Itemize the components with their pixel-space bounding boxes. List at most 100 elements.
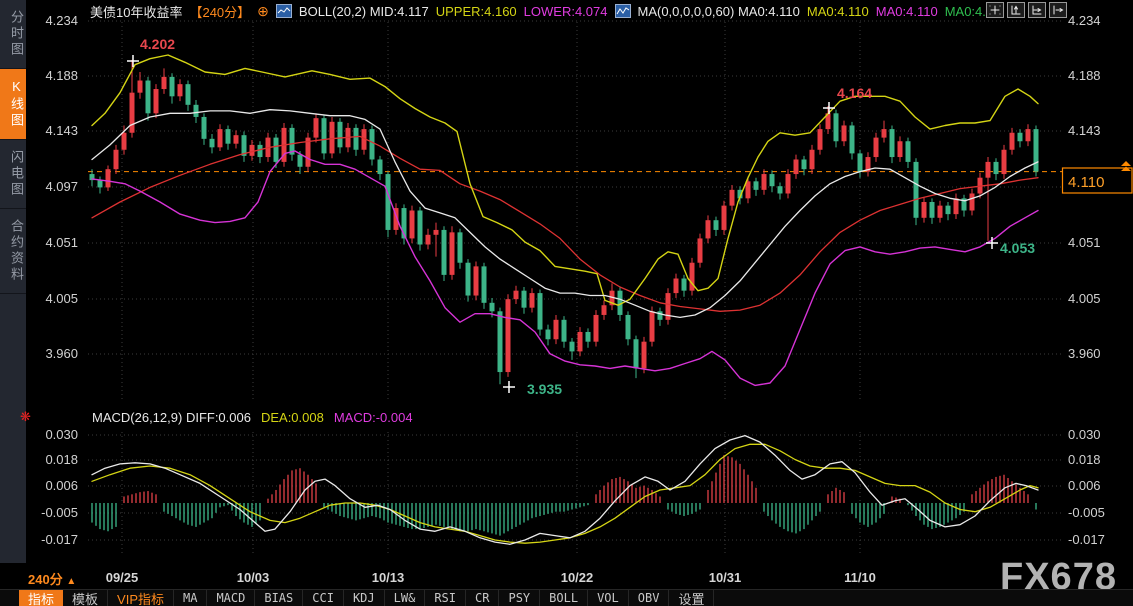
candle-body xyxy=(634,339,639,368)
candle-body xyxy=(562,320,567,342)
candle-body xyxy=(770,174,775,186)
toolbar-item-指标[interactable]: 指标 xyxy=(19,590,63,606)
toolbar-item-MA[interactable]: MA xyxy=(174,590,207,606)
candle-body xyxy=(186,84,191,105)
period-selector[interactable]: 240分 ▲ xyxy=(28,569,76,588)
scale-horizontal-icon[interactable] xyxy=(1028,2,1046,18)
candle-body xyxy=(658,311,663,320)
candle-body xyxy=(322,118,327,153)
last-price-value: 4.110 xyxy=(1068,174,1104,191)
toolbar-item-VOL[interactable]: VOL xyxy=(588,590,629,606)
next-pane-icon[interactable] xyxy=(1049,2,1067,18)
candle-body xyxy=(834,113,839,141)
candle-body xyxy=(586,332,591,342)
candle-body xyxy=(938,206,943,218)
toolbar-item-MACD[interactable]: MACD xyxy=(207,590,255,606)
chart-plot-area[interactable]: 4.2344.2344.1884.1884.1434.1434.0974.097… xyxy=(0,0,1133,606)
toolbar-item-BOLL[interactable]: BOLL xyxy=(540,590,588,606)
toolbar-item-设置[interactable]: 设置 xyxy=(669,590,714,606)
sidebar-item-1[interactable]: K线图 xyxy=(0,69,26,140)
toolbar-item-模板[interactable]: 模板 xyxy=(63,590,108,606)
macd-diff-line xyxy=(92,436,1038,545)
candle-body xyxy=(946,206,951,215)
axis-label-right: 4.188 xyxy=(1068,68,1101,83)
symbol-title: 美债10年收益率 xyxy=(90,2,182,21)
sidebar-item-3[interactable]: 合约资料 xyxy=(0,209,26,294)
axis-label-left: 4.143 xyxy=(45,123,78,138)
candle-body xyxy=(314,118,319,137)
toolbar-item-CCI[interactable]: CCI xyxy=(303,590,344,606)
candle-body xyxy=(514,291,519,300)
price-annotation: 4.053 xyxy=(1000,240,1035,256)
candle-body xyxy=(802,159,807,169)
candle-body xyxy=(378,159,383,174)
toolbar-item-BIAS[interactable]: BIAS xyxy=(255,590,303,606)
candle-body xyxy=(546,330,551,340)
toolbar-item-RSI[interactable]: RSI xyxy=(425,590,466,606)
date-label: 09/25 xyxy=(106,570,139,585)
add-compare-icon[interactable]: ⊕ xyxy=(257,5,269,17)
candle-body xyxy=(330,122,335,154)
candle-body xyxy=(882,129,887,138)
candle-body xyxy=(370,129,375,159)
candle-body xyxy=(786,174,791,193)
axis-label-right: 4.234 xyxy=(1068,13,1101,28)
toolbar-item-KDJ[interactable]: KDJ xyxy=(344,590,385,606)
toolbar-item-CR[interactable]: CR xyxy=(466,590,499,606)
candle-body xyxy=(730,190,735,206)
candle-body xyxy=(818,129,823,150)
candle-body xyxy=(906,141,911,162)
candle-body xyxy=(250,145,255,156)
pan-move-icon[interactable] xyxy=(986,2,1004,18)
axis-label-left: 4.188 xyxy=(45,68,78,83)
candle-body xyxy=(162,77,167,89)
axis-label-right: -0.005 xyxy=(1068,505,1105,520)
chart-app-window: 4.2344.2344.1884.1884.1434.1434.0974.097… xyxy=(0,0,1133,606)
macd-settings-icon[interactable]: ❋ xyxy=(20,409,31,425)
candle-body xyxy=(1018,133,1023,142)
candle-body xyxy=(490,303,495,312)
candle-body xyxy=(714,220,719,230)
axis-label-left: 0.018 xyxy=(45,452,78,467)
ma60-line xyxy=(92,136,1038,311)
toolbar-item-OBV[interactable]: OBV xyxy=(629,590,670,606)
sidebar-item-0[interactable]: 分时图 xyxy=(0,0,26,69)
candle-body xyxy=(442,230,447,275)
candle-body xyxy=(602,305,607,315)
candle-body xyxy=(986,162,991,178)
candle-body xyxy=(474,266,479,295)
candle-body xyxy=(674,279,679,294)
toolbar-item-LW&[interactable]: LW& xyxy=(385,590,426,606)
scale-vertical-icon[interactable] xyxy=(1007,2,1025,18)
candle-body xyxy=(226,129,231,144)
candle-body xyxy=(258,145,263,157)
candle-body xyxy=(954,198,959,214)
period-tag: 【240分】 xyxy=(189,2,250,21)
chart-toolbar-icons xyxy=(986,2,1067,18)
candle-body xyxy=(762,174,767,190)
candle-body xyxy=(530,293,535,308)
candle-body xyxy=(234,135,239,144)
boll-lower-value: LOWER:4.074 xyxy=(524,4,608,19)
candle-body xyxy=(538,293,543,329)
candle-body xyxy=(778,186,783,193)
candle-body xyxy=(594,315,599,342)
candle-body xyxy=(98,180,103,187)
candle-body xyxy=(122,133,127,150)
candle-body xyxy=(994,162,999,174)
ma-indicator-icon[interactable] xyxy=(615,4,631,18)
toolbar-item-PSY[interactable]: PSY xyxy=(499,590,540,606)
candle-body xyxy=(458,232,463,262)
macd-macd-value: MACD:-0.004 xyxy=(334,410,413,425)
toolbar-item-VIP指标[interactable]: VIP指标 xyxy=(108,590,174,606)
candle-body xyxy=(218,129,223,147)
sidebar-item-2[interactable]: 闪电图 xyxy=(0,140,26,209)
candle-body xyxy=(506,299,511,372)
axis-label-right: 4.143 xyxy=(1068,123,1101,138)
candle-body xyxy=(914,162,919,218)
indicator-toolbar: 指标模板VIP指标MAMACDBIASCCIKDJLW&RSICRPSYBOLL… xyxy=(0,589,1133,606)
candle-body xyxy=(650,311,655,341)
candle-body xyxy=(746,181,751,198)
boll-indicator-icon[interactable] xyxy=(276,4,292,18)
chart-header: 美债10年收益率 【240分】 ⊕ BOLL(20,2) MID:4.117 U… xyxy=(90,2,993,20)
